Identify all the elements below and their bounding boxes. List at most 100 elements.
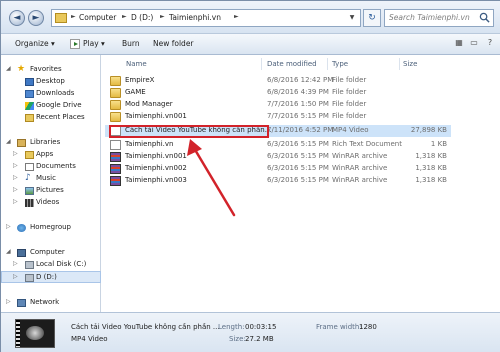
film-strip-icon: [16, 320, 20, 347]
chevron-right-icon[interactable]: ▷: [13, 150, 18, 157]
nav-documents[interactable]: ▷ Documents: [1, 161, 101, 173]
chevron-right-icon[interactable]: ▷: [13, 162, 18, 169]
network-icon: [17, 299, 26, 307]
nav-label: Favorites: [30, 65, 62, 73]
recent-places-icon: [25, 114, 34, 122]
videos-icon: [25, 199, 34, 207]
chevron-down-icon[interactable]: ◢: [6, 138, 11, 145]
chevron-right-icon[interactable]: ►: [122, 13, 127, 20]
nav-label: Music: [36, 174, 56, 182]
chevron-down-icon[interactable]: ◢: [6, 65, 11, 72]
nav-label: Recent Places: [36, 113, 85, 121]
search-icon[interactable]: [479, 12, 490, 23]
nav-local-disk[interactable]: ▷ Local Disk (C:): [1, 259, 101, 271]
nav-label: Desktop: [36, 77, 65, 85]
play-button[interactable]: Play ▾: [83, 39, 105, 48]
nav-google-drive[interactable]: Google Drive: [1, 100, 101, 112]
drive-icon: [25, 274, 34, 282]
address-row: ◄ ► ► Computer ► D (D:) ► Taimienphi.vn …: [1, 1, 500, 33]
breadcrumb-taimienphi[interactable]: Taimienphi.vn: [169, 13, 221, 22]
downloads-icon: [25, 90, 34, 98]
breadcrumb-computer[interactable]: Computer: [79, 13, 116, 22]
nav-network[interactable]: ▷ Network: [1, 297, 101, 309]
libraries-icon: [17, 139, 26, 147]
nav-recent-places[interactable]: Recent Places: [1, 112, 101, 124]
nav-label: Documents: [36, 162, 76, 170]
chevron-right-icon[interactable]: ►: [234, 13, 239, 20]
details-frame-width-label: Frame width:: [316, 323, 362, 331]
nav-label: Videos: [36, 198, 60, 206]
new-folder-button[interactable]: New folder: [153, 39, 194, 48]
chevron-right-icon[interactable]: ▷: [6, 223, 11, 230]
nav-label: Pictures: [36, 186, 64, 194]
annotation-arrow: [187, 139, 236, 217]
nav-favorites[interactable]: ◢ ★ Favorites: [1, 64, 101, 76]
details-pane: Cách tải Video YouTube không cần phần ..…: [1, 312, 500, 352]
chevron-right-icon[interactable]: ▷: [6, 298, 11, 305]
back-button[interactable]: ◄: [9, 10, 25, 26]
details-length-value: 00:03:15: [245, 323, 277, 331]
organize-button[interactable]: Organize ▾: [15, 39, 55, 48]
details-file-name: Cách tải Video YouTube không cần phần ..…: [71, 323, 220, 331]
refresh-button[interactable]: ↻: [363, 9, 381, 27]
documents-icon: [25, 163, 34, 171]
search-placeholder: Search Taimienphi.vn: [389, 13, 470, 22]
nav-label: Google Drive: [36, 101, 82, 109]
computer-icon: [17, 249, 26, 257]
chevron-right-icon[interactable]: ▷: [13, 198, 18, 205]
nav-label: Local Disk (C:): [36, 260, 87, 268]
details-file-type: MP4 Video: [71, 335, 108, 343]
details-length-label: Length:: [218, 323, 245, 331]
nav-label: Computer: [30, 248, 65, 256]
nav-apps[interactable]: ▷ Apps: [1, 149, 101, 161]
nav-label: Homegroup: [30, 223, 72, 231]
chevron-down-icon[interactable]: ◢: [6, 248, 11, 255]
folder-icon: [25, 151, 34, 159]
nav-label: Libraries: [30, 138, 61, 146]
play-icon: [70, 39, 80, 49]
forward-button[interactable]: ►: [28, 10, 44, 26]
details-size-value: 27.2 MB: [245, 335, 274, 343]
pictures-icon: [25, 187, 34, 195]
explorer-window: ◄ ► ► Computer ► D (D:) ► Taimienphi.vn …: [0, 0, 500, 352]
nav-label: D (D:): [36, 273, 57, 281]
view-options-icon[interactable]: ▦: [452, 38, 466, 51]
nav-label: Network: [30, 298, 60, 306]
homegroup-icon: [17, 224, 26, 232]
folder-icon: [55, 13, 67, 23]
file-list: Name Date modified Type Size EmpireX 6/8…: [101, 55, 500, 312]
nav-libraries[interactable]: ◢ Libraries: [1, 137, 101, 149]
desktop-icon: [25, 78, 34, 86]
address-bar[interactable]: ► Computer ► D (D:) ► Taimienphi.vn ► ▼: [51, 9, 361, 27]
details-size-label: Size:: [229, 335, 246, 343]
nav-computer[interactable]: ◢ Computer: [1, 247, 101, 259]
nav-label: Apps: [36, 150, 54, 158]
command-toolbar: Organize ▾ Play ▾ Burn New folder ▦ ▭ ?: [1, 33, 500, 55]
drive-icon: [25, 261, 34, 269]
details-frame-width-value: 1280: [359, 323, 377, 331]
breadcrumb-d-drive[interactable]: D (D:): [131, 13, 153, 22]
nav-d-drive[interactable]: ▷ D (D:): [1, 271, 101, 283]
chevron-right-icon[interactable]: ►: [71, 13, 76, 20]
video-preview-icon: [26, 326, 44, 340]
nav-pictures[interactable]: ▷ Pictures: [1, 185, 101, 197]
search-input[interactable]: Search Taimienphi.vn: [384, 9, 494, 27]
star-icon: ★: [17, 64, 26, 74]
music-icon: ♪: [25, 173, 31, 183]
nav-downloads[interactable]: Downloads: [1, 88, 101, 100]
help-icon[interactable]: ?: [483, 38, 497, 51]
preview-pane-icon[interactable]: ▭: [467, 38, 481, 51]
chevron-right-icon[interactable]: ▷: [13, 260, 18, 267]
chevron-right-icon[interactable]: ►: [160, 13, 165, 20]
nav-videos[interactable]: ▷ Videos: [1, 197, 101, 209]
google-drive-icon: [25, 102, 34, 110]
burn-button[interactable]: Burn: [122, 39, 140, 48]
chevron-right-icon[interactable]: ▷: [13, 174, 18, 181]
nav-label: Downloads: [36, 89, 75, 97]
chevron-right-icon[interactable]: ▷: [13, 186, 18, 193]
chevron-down-icon[interactable]: ▼: [345, 11, 359, 25]
chevron-right-icon[interactable]: ▷: [13, 273, 18, 280]
nav-homegroup[interactable]: ▷ Homegroup: [1, 222, 101, 234]
nav-music[interactable]: ▷ ♪ Music: [1, 173, 101, 185]
nav-desktop[interactable]: Desktop: [1, 76, 101, 88]
